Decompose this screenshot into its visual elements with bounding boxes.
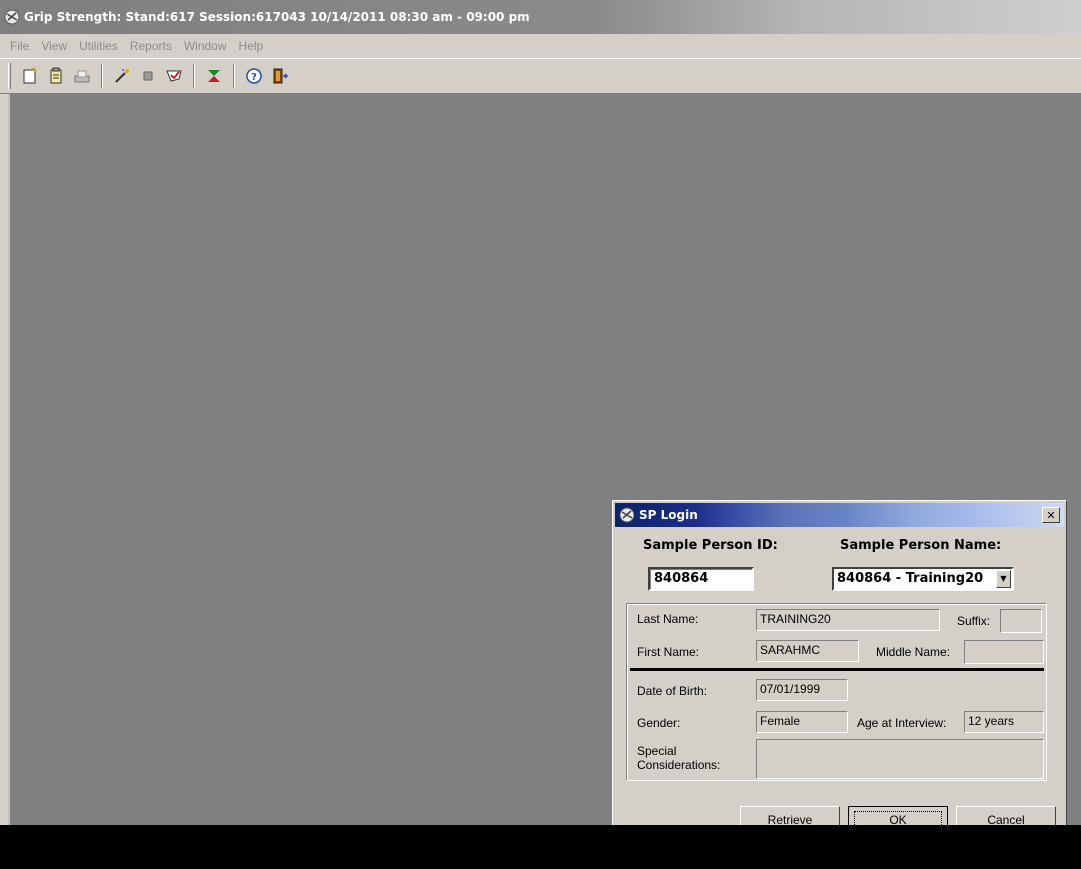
section-divider: [630, 668, 1044, 671]
age-field: 12 years: [964, 711, 1044, 733]
exit-button[interactable]: [269, 65, 291, 87]
toolbar-separator: [101, 64, 103, 88]
middle-name-label: Middle Name:: [876, 645, 951, 659]
middle-name-field: [964, 640, 1044, 664]
suffix-field: [1000, 609, 1042, 633]
gender-field: Female: [756, 711, 848, 733]
sp-name-select[interactable]: 840864 - Training20 ▼: [832, 567, 1014, 591]
sort-button[interactable]: [203, 65, 225, 87]
retrieve-button[interactable]: Retrieve: [740, 806, 840, 827]
app-globe-icon: [619, 507, 635, 523]
menu-help[interactable]: Help: [239, 39, 264, 53]
clipboard-button[interactable]: [45, 65, 67, 87]
close-button[interactable]: ✕: [1042, 507, 1060, 523]
window-title: Grip Strength: Stand:617 Session:617043 …: [24, 10, 530, 24]
magic-wand-icon: [115, 69, 129, 83]
exit-door-icon: [273, 68, 289, 84]
age-label: Age at Interview:: [857, 716, 947, 730]
new-button[interactable]: [19, 65, 41, 87]
black-bar: [0, 825, 1081, 869]
last-name-label: Last Name:: [637, 612, 699, 626]
toolbar-grip[interactable]: [8, 63, 11, 89]
special-label-line2: Considerations:: [637, 758, 721, 772]
chevron-down-icon[interactable]: ▼: [996, 570, 1011, 588]
menu-utilities[interactable]: Utilities: [79, 39, 118, 53]
ok-button[interactable]: OK: [848, 806, 948, 827]
menu-view[interactable]: View: [41, 39, 67, 53]
new-document-icon: [23, 67, 37, 84]
checklist-icon: [166, 70, 182, 82]
menu-reports[interactable]: Reports: [130, 39, 172, 53]
suffix-label: Suffix:: [957, 614, 991, 628]
dob-field: 07/01/1999: [756, 679, 848, 701]
first-name-field: SARAHMC: [756, 640, 859, 662]
checklist-button[interactable]: [163, 65, 185, 87]
close-icon: ✕: [1046, 508, 1056, 522]
print-icon: [74, 70, 90, 83]
cancel-button[interactable]: Cancel: [956, 806, 1056, 827]
special-label-line1: Special: [637, 744, 677, 758]
sp-name-selected: 840864 - Training20: [837, 571, 984, 586]
title-bar[interactable]: Grip Strength: Stand:617 Session:617043 …: [0, 0, 1081, 34]
dialog-title: SP Login: [639, 508, 698, 522]
menu-window[interactable]: Window: [184, 39, 227, 53]
first-name-label: First Name:: [637, 645, 700, 659]
dob-label: Date of Birth:: [637, 684, 708, 698]
toolbar-separator: [233, 64, 235, 88]
last-name-field: TRAINING20: [756, 609, 940, 631]
sp-name-label: Sample Person Name:: [840, 538, 1002, 553]
stop-icon: [143, 71, 153, 81]
toolbar: ?: [0, 58, 1081, 94]
gender-label: Gender:: [637, 716, 681, 730]
focus-ring: [854, 811, 942, 825]
print-button[interactable]: [71, 65, 93, 87]
dialog-title-bar[interactable]: SP Login ✕: [615, 503, 1064, 527]
clipboard-icon: [50, 67, 62, 84]
menu-bar: File View Utilities Reports Window Help: [0, 34, 1081, 58]
sort-icon: [208, 70, 220, 82]
app-globe-icon: [4, 9, 20, 25]
help-button[interactable]: ?: [243, 65, 265, 87]
special-considerations-label: Special Considerations:: [637, 744, 720, 772]
help-icon: ?: [246, 68, 262, 84]
toolbar-separator: [193, 64, 195, 88]
sp-id-label: Sample Person ID:: [643, 538, 778, 553]
special-considerations-field: [756, 739, 1044, 779]
svg-text:?: ?: [251, 72, 257, 83]
menu-file[interactable]: File: [10, 39, 29, 53]
stop-button[interactable]: [137, 65, 159, 87]
wizard-button[interactable]: [111, 65, 133, 87]
sp-id-input[interactable]: 840864: [648, 567, 754, 591]
